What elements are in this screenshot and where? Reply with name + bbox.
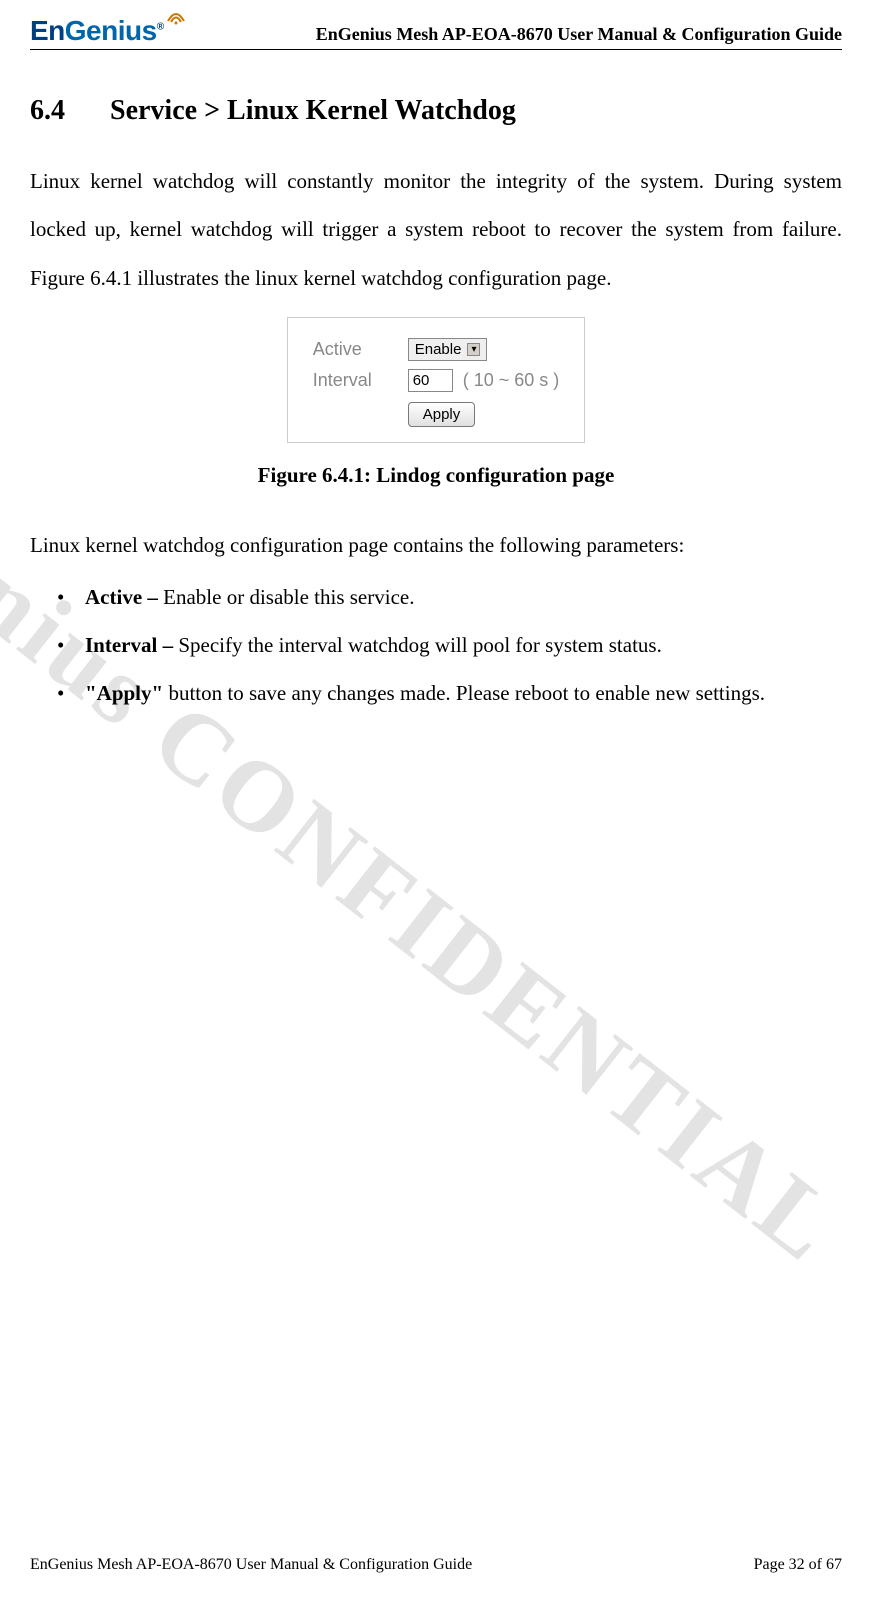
section-title-text: Service > Linux Kernel Watchdog (110, 95, 516, 126)
param-desc-interval: Specify the interval watchdog will pool … (178, 633, 662, 657)
page-header: EnGenius® EnGenius Mesh AP-EOA-8670 User… (30, 15, 842, 50)
intro-paragraph: Linux kernel watchdog will constantly mo… (30, 157, 842, 302)
param-desc-apply: button to save any changes made. Please … (163, 681, 765, 705)
param-item-active: Active – Enable or disable this service. (85, 573, 842, 621)
param-name-apply: "Apply" (85, 681, 163, 705)
logo-part-1: En (30, 15, 65, 46)
param-item-apply: "Apply" button to save any changes made.… (85, 669, 842, 717)
parameters-intro: Linux kernel watchdog configuration page… (30, 533, 842, 558)
active-select[interactable]: Enable ▾ (408, 338, 488, 361)
config-panel: Active Enable ▾ Interval 60 ( 10 ~ 60 s … (287, 317, 586, 443)
watermark-text: EnGenius CONFIDENTIAL (0, 376, 863, 1286)
chevron-down-icon: ▾ (467, 343, 480, 356)
parameters-list: Active – Enable or disable this service.… (30, 573, 842, 718)
apply-button[interactable]: Apply (408, 402, 476, 427)
active-select-value: Enable (415, 341, 462, 358)
logo-registered: ® (157, 22, 164, 33)
config-row-interval: Interval 60 ( 10 ~ 60 s ) (313, 369, 560, 392)
footer-right: Page 32 of 67 (754, 1556, 842, 1574)
logo-part-2: Genius (65, 15, 157, 46)
header-doc-title: EnGenius Mesh AP-EOA-8670 User Manual & … (316, 24, 842, 47)
active-label: Active (313, 339, 408, 360)
logo: EnGenius® (30, 15, 186, 47)
interval-range-text: ( 10 ~ 60 s ) (463, 370, 560, 391)
param-desc-active: Enable or disable this service. (163, 585, 414, 609)
figure-container: Active Enable ▾ Interval 60 ( 10 ~ 60 s … (30, 317, 842, 443)
interval-label: Interval (313, 370, 408, 391)
page-footer: EnGenius Mesh AP-EOA-8670 User Manual & … (30, 1556, 842, 1574)
param-item-interval: Interval – Specify the interval watchdog… (85, 621, 842, 669)
wifi-icon (166, 9, 186, 30)
config-button-row: Apply (408, 402, 560, 427)
param-name-interval: Interval – (85, 633, 178, 657)
section-number: 6.4 (30, 95, 110, 127)
config-row-active: Active Enable ▾ (313, 338, 560, 361)
param-name-active: Active – (85, 585, 163, 609)
interval-input[interactable]: 60 (408, 369, 453, 392)
section-heading: 6.4Service > Linux Kernel Watchdog (30, 95, 842, 127)
figure-caption: Figure 6.4.1: Lindog configuration page (30, 463, 842, 488)
footer-left: EnGenius Mesh AP-EOA-8670 User Manual & … (30, 1556, 472, 1574)
